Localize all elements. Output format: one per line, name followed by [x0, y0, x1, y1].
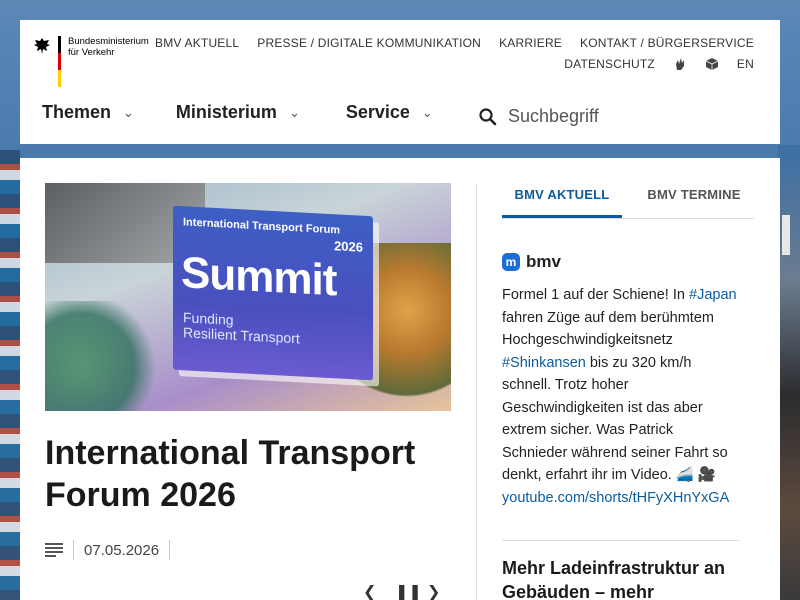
pause-icon[interactable]: ❚❚	[395, 582, 422, 600]
hero-image[interactable]: International Transport Forum 2026 Summi…	[45, 183, 451, 411]
meta-separator	[169, 540, 171, 560]
meta-link-bmv-aktuell[interactable]: BMV AKTUELL	[155, 36, 239, 50]
sign-main-text: Summit	[181, 248, 337, 306]
background-right-scenery	[778, 145, 800, 600]
sign-language-icon[interactable]	[673, 57, 687, 71]
chevron-down-icon: ⌄	[288, 104, 300, 120]
nav-item-ministerium[interactable]: Ministerium ⌄	[176, 102, 300, 123]
summit-sign: International Transport Forum 2026 Summi…	[173, 205, 373, 381]
sign-year: 2026	[334, 238, 363, 255]
nav-item-themen[interactable]: Themen ⌄	[42, 102, 134, 123]
meta-link-kontakt[interactable]: KONTAKT / BÜRGERSERVICE	[580, 36, 754, 50]
post-text: Formel 1 auf der Schiene! In #Japan fahr…	[502, 287, 737, 506]
teaser-title[interactable]: Mehr Ladeinfrastruktur an Gebäuden – meh…	[502, 556, 752, 600]
search-icon[interactable]	[478, 107, 498, 127]
social-handle[interactable]: m bmv	[502, 252, 742, 272]
social-handle-text: bmv	[526, 252, 561, 271]
tab-bmv-termine[interactable]: BMV TERMINE	[634, 183, 754, 218]
sidebar-divider	[502, 540, 740, 541]
easy-language-icon[interactable]	[705, 57, 719, 71]
federal-eagle-icon	[32, 36, 52, 56]
hero-foliage-left	[45, 301, 165, 411]
meta-navigation: BMV AKTUELL PRESSE / DIGITALE KOMMUNIKAT…	[155, 36, 754, 71]
search-bar	[478, 106, 708, 127]
article-title[interactable]: International Transport Forum 2026	[45, 432, 455, 516]
meta-link-datenschutz[interactable]: DATENSCHUTZ	[564, 57, 655, 71]
background-pole	[782, 215, 790, 255]
hashtag-japan[interactable]: #Japan	[689, 287, 737, 303]
chevron-down-icon: ⌄	[421, 104, 433, 120]
sign-header: International Transport Forum	[183, 216, 341, 237]
nav-item-label: Themen	[42, 102, 112, 122]
search-input[interactable]	[508, 106, 708, 127]
carousel-controls: ❮ ❚❚ ❯	[363, 582, 440, 600]
nav-item-label: Ministerium	[175, 102, 277, 122]
social-post: m bmv Formel 1 auf der Schiene! In #Japa…	[502, 252, 742, 509]
ministry-name: Bundesministerium für Verkehr	[68, 36, 149, 58]
german-flag-bar	[58, 36, 61, 88]
article-date: 07.05.2026	[84, 541, 160, 559]
youtube-link[interactable]: youtube.com/shorts/tHFyXHnYxGA	[502, 490, 729, 506]
mastodon-icon: m	[502, 253, 520, 271]
ministry-logo[interactable]: Bundesministerium für Verkehr	[32, 36, 162, 88]
language-switch-en[interactable]: EN	[737, 57, 754, 71]
tab-bmv-aktuell[interactable]: BMV AKTUELL	[502, 183, 622, 218]
meta-separator	[73, 540, 74, 560]
chevron-left-icon[interactable]: ❮	[363, 582, 376, 600]
site-header: Bundesministerium für Verkehr BMV AKTUEL…	[20, 20, 780, 144]
main-content: International Transport Forum 2026 Summi…	[20, 158, 780, 600]
meta-link-presse[interactable]: PRESSE / DIGITALE KOMMUNIKATION	[257, 36, 481, 50]
sign-subtitle: Funding Resilient Transport	[183, 309, 300, 347]
main-navigation: Themen ⌄ Ministerium ⌄ Service ⌄	[42, 102, 433, 123]
news-tabs: BMV AKTUELL BMV TERMINE	[502, 183, 754, 219]
background-left-scenery	[0, 150, 20, 600]
nav-item-label: Service	[345, 102, 410, 122]
column-divider	[476, 184, 477, 600]
text-lines-icon	[45, 543, 63, 557]
article-meta: 07.05.2026	[45, 540, 171, 560]
chevron-down-icon: ⌄	[123, 104, 134, 120]
chevron-right-icon[interactable]: ❯	[427, 582, 440, 600]
nav-item-service[interactable]: Service ⌄	[346, 102, 433, 123]
hashtag-shinkansen[interactable]: #Shinkansen	[502, 355, 586, 371]
meta-link-karriere[interactable]: KARRIERE	[499, 36, 562, 50]
